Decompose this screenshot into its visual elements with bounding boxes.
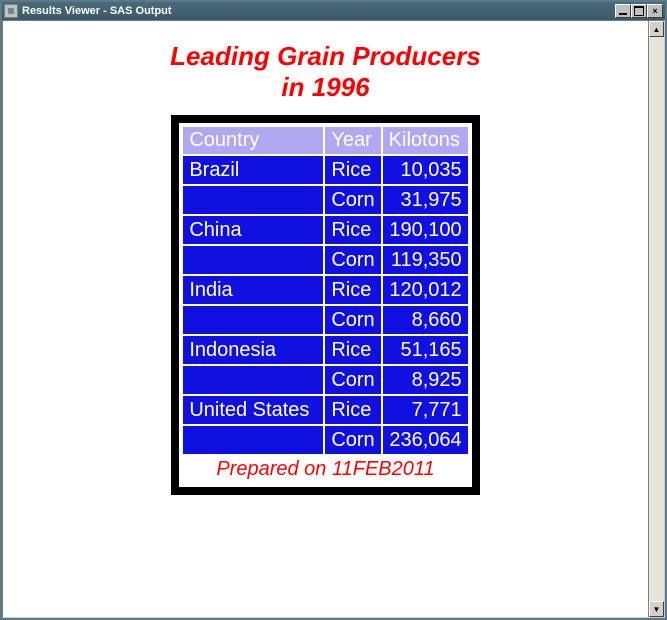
title-line-1: Leading Grain Producers: [170, 41, 481, 71]
report-body: Leading Grain Producers in 1996 Country …: [3, 21, 648, 617]
table-row: Corn31,975: [183, 186, 467, 214]
cell-kilotons: 51,165: [383, 336, 468, 364]
table-row: IndiaRice120,012: [183, 276, 467, 304]
window-frame: Results Viewer - SAS Output × Leading Gr…: [0, 0, 667, 620]
minimize-button[interactable]: [615, 4, 631, 18]
cell-year: Corn: [325, 366, 380, 394]
cell-kilotons: 8,925: [383, 366, 468, 394]
cell-year: Rice: [325, 336, 380, 364]
table-row: United StatesRice7,771: [183, 396, 467, 424]
cell-year: Rice: [325, 216, 380, 244]
cell-year: Corn: [325, 186, 380, 214]
cell-kilotons: 190,100: [383, 216, 468, 244]
cell-kilotons: 119,350: [383, 246, 468, 274]
cell-country: China: [183, 216, 323, 244]
cell-kilotons: 8,660: [383, 306, 468, 334]
window-title: Results Viewer - SAS Output: [22, 5, 615, 17]
title-line-2: in 1996: [3, 72, 648, 103]
cell-year: Corn: [325, 426, 380, 454]
cell-country: Brazil: [183, 156, 323, 184]
cell-year: Corn: [325, 306, 380, 334]
header-row: Country Year Kilotons: [183, 127, 467, 154]
titlebar: Results Viewer - SAS Output ×: [2, 2, 665, 20]
cell-country: [183, 246, 323, 274]
table-body: BrazilRice10,035Corn31,975ChinaRice190,1…: [183, 156, 467, 454]
footer-row: Prepared on 11FEB2011: [183, 456, 467, 483]
close-button[interactable]: ×: [647, 4, 663, 18]
col-kilotons: Kilotons: [383, 127, 468, 154]
col-year: Year: [325, 127, 380, 154]
cell-year: Rice: [325, 156, 380, 184]
scroll-down-button[interactable]: ▼: [649, 601, 664, 617]
content-area: Leading Grain Producers in 1996 Country …: [2, 20, 665, 618]
cell-kilotons: 120,012: [383, 276, 468, 304]
cell-country: [183, 366, 323, 394]
footer-text: Prepared on 11FEB2011: [183, 456, 467, 483]
window-controls: ×: [615, 4, 663, 18]
table-row: Corn236,064: [183, 426, 467, 454]
cell-year: Rice: [325, 396, 380, 424]
cell-country: [183, 186, 323, 214]
cell-country: [183, 306, 323, 334]
vertical-scrollbar[interactable]: ▲ ▼: [648, 21, 664, 617]
data-table: Country Year Kilotons BrazilRice10,035Co…: [181, 125, 469, 485]
cell-country: [183, 426, 323, 454]
maximize-button[interactable]: [631, 4, 647, 18]
report-title: Leading Grain Producers in 1996: [3, 41, 648, 103]
scroll-up-button[interactable]: ▲: [649, 21, 664, 37]
cell-country: India: [183, 276, 323, 304]
table-row: ChinaRice190,100: [183, 216, 467, 244]
cell-kilotons: 236,064: [383, 426, 468, 454]
cell-kilotons: 7,771: [383, 396, 468, 424]
table-frame: Country Year Kilotons BrazilRice10,035Co…: [171, 115, 479, 495]
table-row: IndonesiaRice51,165: [183, 336, 467, 364]
cell-year: Rice: [325, 276, 380, 304]
cell-kilotons: 31,975: [383, 186, 468, 214]
scroll-track[interactable]: [649, 37, 664, 601]
table-row: Corn8,660: [183, 306, 467, 334]
table-row: Corn8,925: [183, 366, 467, 394]
cell-country: Indonesia: [183, 336, 323, 364]
cell-kilotons: 10,035: [383, 156, 468, 184]
col-country: Country: [183, 127, 323, 154]
table-row: Corn119,350: [183, 246, 467, 274]
table-row: BrazilRice10,035: [183, 156, 467, 184]
app-icon: [4, 4, 18, 18]
cell-year: Corn: [325, 246, 380, 274]
cell-country: United States: [183, 396, 323, 424]
